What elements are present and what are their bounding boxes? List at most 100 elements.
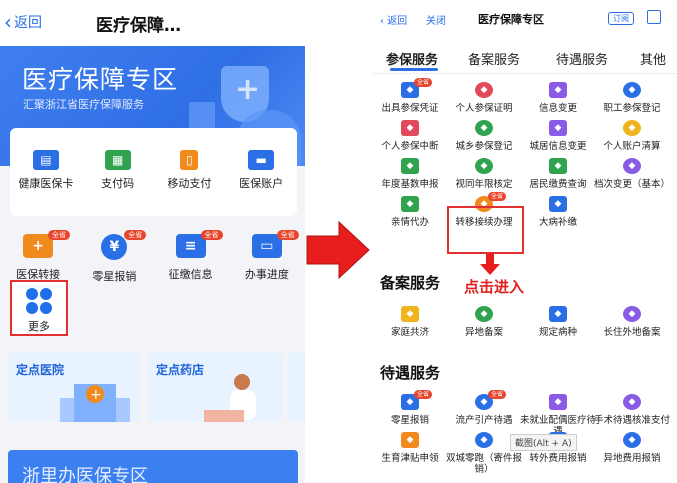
service-label: 手术待遇核准支付	[593, 415, 670, 426]
right-phone-screen: ‹ 返回 关闭 医疗保障专区 订阅 参保服务 备案服务 待遇服务 其他 ◆ 全省出…	[372, 0, 677, 483]
service-icon: ◆	[401, 158, 419, 174]
service-item[interactable]: ◆ 信息变更	[520, 82, 596, 114]
service-icon: ◆	[623, 394, 641, 410]
more-button[interactable]: 更多	[10, 280, 68, 336]
service-icon: ◆	[623, 120, 641, 136]
subscribe-button[interactable]: 订阅	[608, 12, 634, 25]
service-label: 城居信息变更	[529, 141, 587, 152]
id-card-icon: ▤	[32, 150, 59, 170]
service-label: 大病补缴	[538, 217, 577, 228]
service-item[interactable]: ◆ 手术待遇核准支付	[594, 394, 670, 426]
service-item[interactable]: ◆ 家庭共济	[372, 306, 448, 338]
province-badge: 全省	[488, 390, 507, 399]
share-icon[interactable]	[647, 10, 661, 24]
service-item[interactable]: ◆ 档次变更（基本）	[594, 158, 670, 190]
back-label: 返回	[14, 15, 42, 31]
service-icon: ◆	[475, 306, 493, 322]
service-account[interactable]: ▬ 医保账户	[225, 128, 297, 216]
province-badge: 全省	[488, 192, 507, 201]
service-label: 出具参保凭证	[381, 103, 439, 114]
service-label: 转外费用报销	[529, 453, 587, 464]
service-label: 个人参保证明	[455, 103, 513, 114]
extra-tile[interactable]	[288, 352, 305, 422]
hospital-icon: +	[60, 384, 130, 422]
service-item[interactable]: ◆ 亲情代办	[372, 196, 448, 228]
province-badge: 全省	[414, 390, 433, 399]
province-badge: 全省	[276, 230, 299, 240]
service-label: 健康医保卡	[18, 177, 74, 190]
service-progress[interactable]: ▭ 全省 办事进度	[229, 228, 305, 288]
back-button[interactable]: ‹ 返回	[4, 12, 42, 32]
service-label: 生育津贴申领	[381, 453, 439, 464]
service-item[interactable]: ◆未就业配偶医疗待遇	[520, 394, 596, 437]
service-icon: ◆	[549, 82, 567, 98]
page-title: 医疗保障专区	[478, 13, 544, 26]
service-label: 零星报销	[92, 270, 137, 283]
service-icon: ◆	[623, 158, 641, 174]
active-tab-indicator	[390, 68, 438, 71]
pharmacy-tile[interactable]: 定点药店	[148, 352, 282, 422]
service-item[interactable]: ◆ 个人参保证明	[446, 82, 522, 114]
svg-text:+: +	[90, 387, 102, 403]
service-item[interactable]: ◆ 生育津贴申领	[372, 432, 448, 464]
service-label: 移动支付	[167, 177, 212, 190]
service-payment-info[interactable]: ≡ 全省 征缴信息	[153, 228, 229, 288]
service-item[interactable]: ◆ 异地备案	[446, 306, 522, 338]
service-item[interactable]: ◆ 居民缴费查询	[520, 158, 596, 190]
tab-filing[interactable]: 备案服务	[468, 49, 520, 68]
filing-section-title: 备案服务	[380, 274, 441, 292]
province-badge: 全省	[200, 230, 223, 240]
service-label: 城乡参保登记	[455, 141, 513, 152]
service-item[interactable]: ◆ 全省 流产引产待遇	[446, 390, 522, 426]
service-label: 年度基数申报	[381, 179, 439, 190]
phone-icon: ▯	[180, 150, 199, 170]
service-label: 支付码	[101, 177, 135, 190]
back-button[interactable]: ‹ 返回	[380, 12, 407, 27]
service-transfer[interactable]: + 全省 医保转接	[0, 228, 76, 288]
benefit-section-title: 待遇服务	[380, 364, 441, 382]
secondary-services-row: + 全省 医保转接 ¥ 全省 零星报销 ≡ 全省 征缴信息 ▭ 全省 办事进度	[0, 228, 305, 288]
service-label: 办事进度	[244, 268, 289, 281]
service-icon: ◆	[475, 120, 493, 136]
province-badge: 全省	[48, 230, 70, 240]
service-item[interactable]: ◆ 大病补缴	[520, 196, 596, 228]
service-item[interactable]: ◆ 城乡参保登记	[446, 120, 522, 152]
service-item[interactable]: ◆ 职工参保登记	[594, 82, 670, 114]
close-button[interactable]: 关闭	[426, 12, 446, 27]
service-item[interactable]: ◆ 城居信息变更	[520, 120, 596, 152]
service-item[interactable]: ◆ 个人账户清算	[594, 120, 670, 152]
service-icon: ◆	[475, 82, 493, 98]
hospital-tile[interactable]: 定点医院 +	[8, 352, 140, 422]
service-item[interactable]: ◆ 年度基数申报	[372, 158, 448, 190]
service-label: 个人账户清算	[603, 141, 661, 152]
service-item[interactable]: ◆ 个人参保中断	[372, 120, 448, 152]
tile-title: 定点药店	[156, 363, 205, 377]
service-label: 异地备案	[464, 327, 503, 338]
bottom-banner-text: 浙里办医保专区	[22, 466, 148, 483]
service-pay-code[interactable]: ▦ 支付码	[82, 128, 154, 216]
service-reimburse[interactable]: ¥ 全省 零星报销	[76, 228, 152, 288]
service-label: 个人参保中断	[381, 141, 439, 152]
left-header: ‹ 返回 医疗保障…	[0, 0, 305, 46]
service-mobile-pay[interactable]: ▯ 移动支付	[154, 128, 226, 216]
service-item[interactable]: ◆ 规定病种	[520, 306, 596, 338]
service-label: 档次变更（基本）	[593, 179, 670, 190]
tab-other[interactable]: 其他	[640, 49, 666, 68]
province-badge: 全省	[414, 78, 433, 87]
tab-benefit[interactable]: 待遇服务	[556, 49, 608, 68]
service-item[interactable]: ◆ 全省 零星报销	[372, 390, 448, 426]
service-label: 亲情代办	[390, 217, 429, 228]
service-icon: ◆	[401, 120, 419, 136]
tab-insurance[interactable]: 参保服务	[386, 49, 438, 68]
qr-code-icon: ▦	[104, 150, 131, 170]
bottom-banner[interactable]: 浙里办医保专区	[8, 450, 298, 483]
service-item[interactable]: ◆ 异地费用报销	[594, 432, 670, 464]
service-item[interactable]: ◆ 全省 出具参保凭证	[372, 78, 448, 114]
service-health-card[interactable]: ▤ 健康医保卡	[10, 128, 82, 216]
service-icon: ◆	[401, 306, 419, 322]
tiles-row: 定点医院 + 定点药店	[8, 352, 305, 422]
primary-services-card: ▤ 健康医保卡 ▦ 支付码 ▯ 移动支付 ▬ 医保账户	[10, 128, 297, 216]
service-item[interactable]: ◆ 长住外地备案	[594, 306, 670, 338]
service-label: 职工参保登记	[603, 103, 661, 114]
service-item[interactable]: ◆ 视同年限核定	[446, 158, 522, 190]
